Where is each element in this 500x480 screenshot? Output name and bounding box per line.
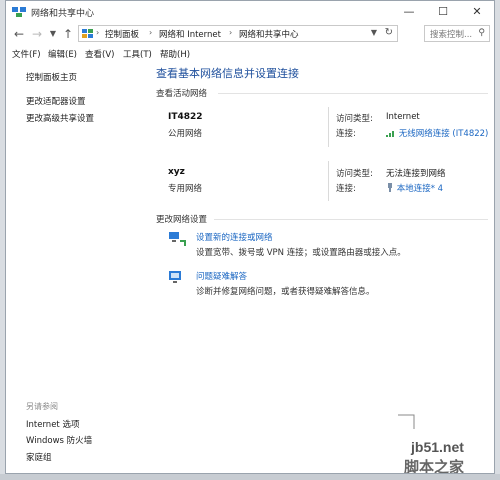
up-arrow-icon[interactable]: ↑	[60, 26, 76, 42]
forward-arrow-icon[interactable]: →	[29, 26, 45, 42]
breadcrumb-network-internet[interactable]: 网络和 Internet	[159, 28, 221, 40]
watermark-text: 脚本之家	[404, 458, 465, 474]
menu-bar: 文件(F) 编辑(E) 查看(V) 工具(T) 帮助(H)	[6, 45, 494, 63]
breadcrumb-separator-icon[interactable]: ›	[149, 28, 152, 37]
change-network-settings-title: 更改网络设置	[156, 215, 208, 225]
access-type-value: Internet	[386, 112, 420, 122]
search-placeholder: 搜索控制...	[430, 30, 473, 40]
network-category: 公用网络	[168, 129, 203, 139]
menu-tools[interactable]: 工具(T)	[123, 48, 152, 60]
wifi-signal-icon	[386, 131, 394, 137]
network-divider	[328, 161, 329, 201]
recent-locations-chevron-icon[interactable]: ▼	[45, 26, 61, 42]
menu-file[interactable]: 文件(F)	[12, 48, 41, 60]
window-title: 网络和共享中心	[31, 9, 95, 19]
see-also-header: 另请参阅	[26, 402, 58, 411]
setup-new-connection-description: 设置宽带、拨号或 VPN 连接；或设置路由器或接入点。	[196, 248, 406, 258]
search-icon[interactable]: ⚲	[478, 28, 485, 38]
see-also-homegroup[interactable]: 家庭组	[26, 451, 52, 463]
refresh-icon[interactable]: ↻	[385, 27, 393, 38]
menu-view[interactable]: 查看(V)	[85, 48, 114, 60]
connections-label: 连接:	[336, 129, 356, 139]
wireless-connection-link[interactable]: 无线网络连接 (IT4822)	[386, 127, 488, 139]
breadcrumb-control-panel[interactable]: 控制面板	[105, 28, 139, 40]
breadcrumb-separator-icon[interactable]: ›	[229, 28, 232, 37]
search-input[interactable]: 搜索控制... ⚲	[424, 25, 490, 42]
troubleshoot-problems-description: 诊断并修复网络问题，或者获得疑难解答信息。	[196, 287, 375, 297]
wireless-connection-label: 无线网络连接 (IT4822)	[398, 129, 489, 139]
main-content: 查看基本网络信息并设置连接 查看活动网络 IT4822 公用网络 访问类型: I…	[146, 63, 491, 473]
address-dropdown-chevron-icon[interactable]: ▼	[371, 28, 377, 37]
sidebar-control-panel-home[interactable]: 控制面板主页	[26, 71, 77, 83]
maximize-button[interactable]: ☐	[426, 1, 460, 23]
address-bar[interactable]: › 控制面板 › 网络和 Internet › 网络和共享中心 ▼ ↻	[78, 25, 398, 42]
address-row: ← → ▼ ↑ › 控制面板 › 网络和 Internet › 网络和共享中心 …	[6, 23, 494, 45]
network-name: xyz	[168, 167, 185, 177]
page-title: 查看基本网络信息并设置连接	[156, 67, 299, 80]
setup-new-connection-link[interactable]: 设置新的连接或网络	[196, 231, 273, 243]
title-bar: 网络和共享中心 — ☐ ✕	[6, 1, 494, 23]
sidebar: 控制面板主页 更改适配器设置 更改高级共享设置 另请参阅 Internet 选项…	[6, 63, 142, 473]
breadcrumb-separator-icon[interactable]: ›	[96, 28, 99, 37]
watermark-url: jb51.net	[411, 439, 464, 455]
network-category: 专用网络	[168, 184, 203, 194]
menu-help[interactable]: 帮助(H)	[160, 48, 190, 60]
troubleshoot-problems-link[interactable]: 问题疑难解答	[196, 270, 247, 282]
sidebar-change-adapter-settings[interactable]: 更改适配器设置	[26, 95, 86, 107]
close-button[interactable]: ✕	[460, 1, 494, 23]
section-divider	[214, 219, 488, 220]
network-divider	[328, 107, 329, 147]
troubleshoot-icon	[169, 271, 181, 283]
ethernet-cable-icon	[388, 183, 392, 192]
network-name: IT4822	[168, 112, 203, 122]
minimize-button[interactable]: —	[392, 1, 426, 23]
see-also-internet-options[interactable]: Internet 选项	[26, 418, 79, 430]
network-center-icon	[12, 7, 26, 17]
control-panel-icon	[82, 29, 93, 38]
active-networks-title: 查看活动网络	[156, 89, 208, 99]
local-connection-label: 本地连接* 4	[396, 184, 444, 194]
connections-label: 连接:	[336, 184, 356, 194]
section-divider	[218, 93, 488, 94]
local-connection-link[interactable]: 本地连接* 4	[386, 182, 443, 194]
new-connection-icon	[169, 232, 186, 246]
back-arrow-icon[interactable]: ←	[11, 26, 27, 42]
see-also-windows-firewall[interactable]: Windows 防火墙	[26, 434, 92, 446]
network-sharing-center-window: 网络和共享中心 — ☐ ✕ ← → ▼ ↑ › 控制面板 › 网络和 Inter…	[5, 0, 495, 474]
access-type-label: 访问类型:	[336, 169, 373, 179]
watermark-bracket-icon	[398, 414, 415, 429]
taskbar-strip	[0, 474, 500, 480]
breadcrumb-network-sharing-center[interactable]: 网络和共享中心	[239, 28, 299, 40]
access-type-label: 访问类型:	[336, 114, 373, 124]
access-type-value: 无法连接到网络	[386, 169, 446, 179]
menu-edit[interactable]: 编辑(E)	[48, 48, 77, 60]
sidebar-change-advanced-sharing[interactable]: 更改高级共享设置	[26, 112, 94, 124]
